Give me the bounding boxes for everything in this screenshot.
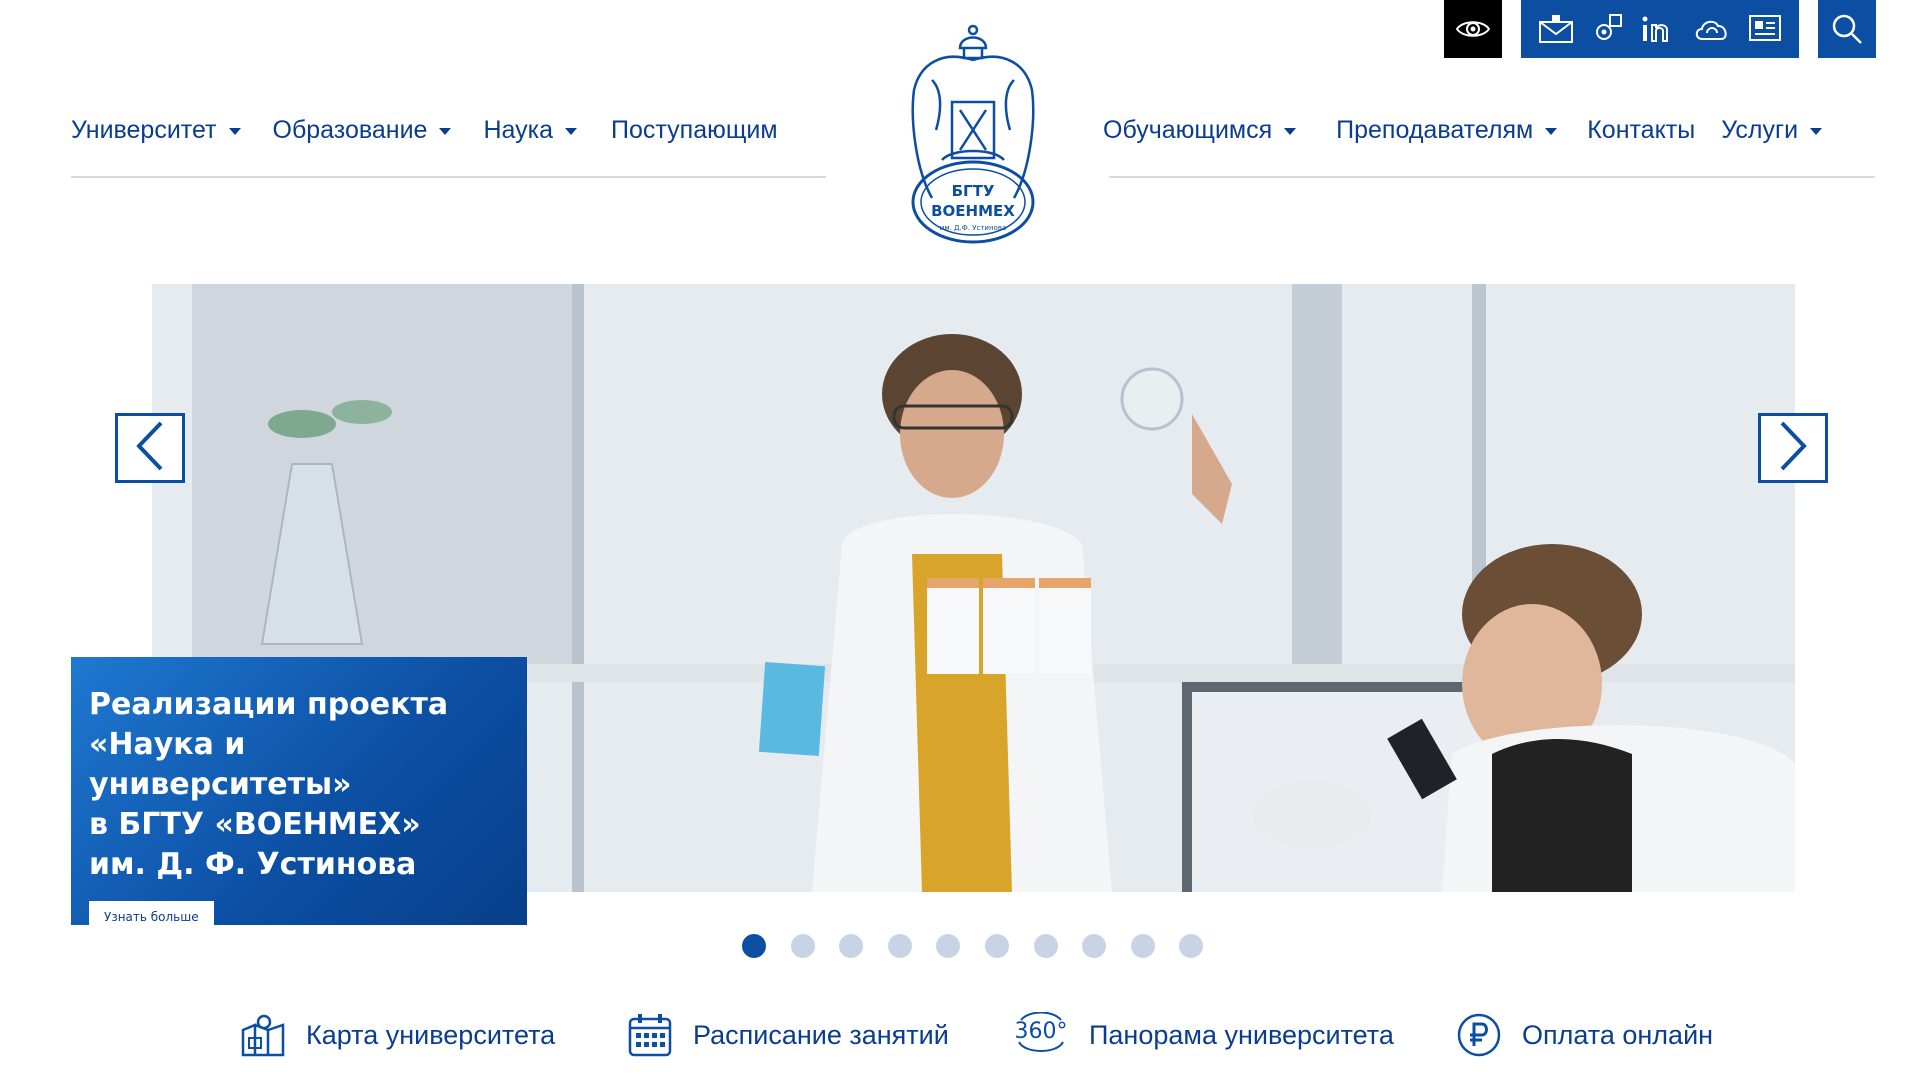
search-icon — [1831, 13, 1863, 45]
nav-education[interactable]: Образование — [273, 116, 452, 145]
nav-students[interactable]: Обучающимся — [1103, 116, 1297, 145]
search-button[interactable] — [1818, 0, 1876, 58]
nav-science[interactable]: Наука — [483, 116, 578, 145]
quick-link-label: Оплата онлайн — [1522, 1019, 1714, 1050]
panorama-360-icon: 360° — [1013, 1012, 1069, 1058]
learn-more-button[interactable]: Узнать больше — [89, 901, 214, 933]
slider-dot[interactable] — [887, 934, 912, 958]
accessibility-button[interactable] — [1444, 0, 1502, 58]
logo-text-line1: БГТУ — [952, 182, 995, 200]
logo-text-line3: им. Д.Ф. Устинова — [940, 224, 1006, 232]
slider-dot[interactable] — [1179, 934, 1204, 958]
map-icon — [240, 1012, 286, 1058]
slider-dot[interactable] — [742, 934, 766, 958]
quick-link-label: Расписание занятий — [693, 1019, 949, 1050]
chevron-left-icon — [135, 420, 165, 477]
ruble-icon — [1456, 1012, 1502, 1058]
support-icon[interactable] — [1591, 13, 1623, 45]
nav-services[interactable]: Услуги — [1721, 116, 1823, 145]
chevron-right-icon — [1778, 420, 1808, 477]
slider-dot[interactable] — [1130, 934, 1155, 958]
quick-link-panorama[interactable]: 360° Панорама университета — [1013, 1012, 1394, 1058]
slider-dot[interactable] — [936, 934, 961, 958]
linkedin-icon[interactable] — [1640, 14, 1676, 44]
nav-divider — [1109, 176, 1875, 178]
quick-link-label: Карта университета — [306, 1019, 556, 1050]
slider-dot[interactable] — [790, 934, 815, 958]
slider-prev-button[interactable] — [115, 413, 185, 483]
slider-pagination — [742, 934, 1204, 958]
university-logo[interactable]: БГТУ ВОЕНМЕХ им. Д.Ф. Устинова — [902, 20, 1044, 250]
cloud-icon[interactable] — [1693, 15, 1731, 43]
chevron-down-icon — [1284, 127, 1297, 135]
nav-teachers[interactable]: Преподавателям — [1336, 116, 1558, 145]
chevron-down-icon — [1545, 127, 1558, 135]
nav-contacts[interactable]: Контакты — [1587, 116, 1695, 145]
slider-dot[interactable] — [1082, 934, 1107, 958]
svg-text:360°: 360° — [1015, 1019, 1068, 1044]
calendar-icon — [627, 1012, 673, 1058]
slider-dot[interactable] — [1033, 934, 1058, 958]
portal-icon[interactable] — [1748, 14, 1782, 44]
slider-dot[interactable] — [839, 934, 864, 958]
slide-caption-title: Реализации проекта «Наука и университеты… — [89, 687, 449, 882]
main-nav-right: Обучающимся Преподавателям Контакты Услу… — [1103, 112, 1823, 148]
mail-icon[interactable] — [1538, 14, 1574, 44]
quick-link-map[interactable]: Карта университета — [240, 1012, 555, 1058]
chevron-down-icon — [565, 127, 578, 135]
chevron-down-icon — [228, 127, 241, 135]
chevron-down-icon — [439, 127, 452, 135]
service-links — [1521, 0, 1799, 58]
main-nav-left: Университет Образование Наука Поступающи… — [71, 112, 778, 148]
nav-university[interactable]: Университет — [71, 116, 241, 145]
quick-link-schedule[interactable]: Расписание занятий — [627, 1012, 949, 1058]
logo-text-line2: ВОЕНМЕХ — [931, 202, 1015, 220]
nav-divider — [71, 176, 826, 178]
quick-link-payment[interactable]: Оплата онлайн — [1456, 1012, 1713, 1058]
quick-link-label: Панорама университета — [1089, 1019, 1394, 1050]
slider-next-button[interactable] — [1758, 413, 1828, 483]
chevron-down-icon — [1810, 127, 1823, 135]
nav-applicants[interactable]: Поступающим — [611, 116, 778, 145]
slide-caption: Реализации проекта «Наука и университеты… — [71, 657, 527, 933]
slider-dot[interactable] — [984, 934, 1009, 958]
eye-icon — [1455, 18, 1491, 40]
